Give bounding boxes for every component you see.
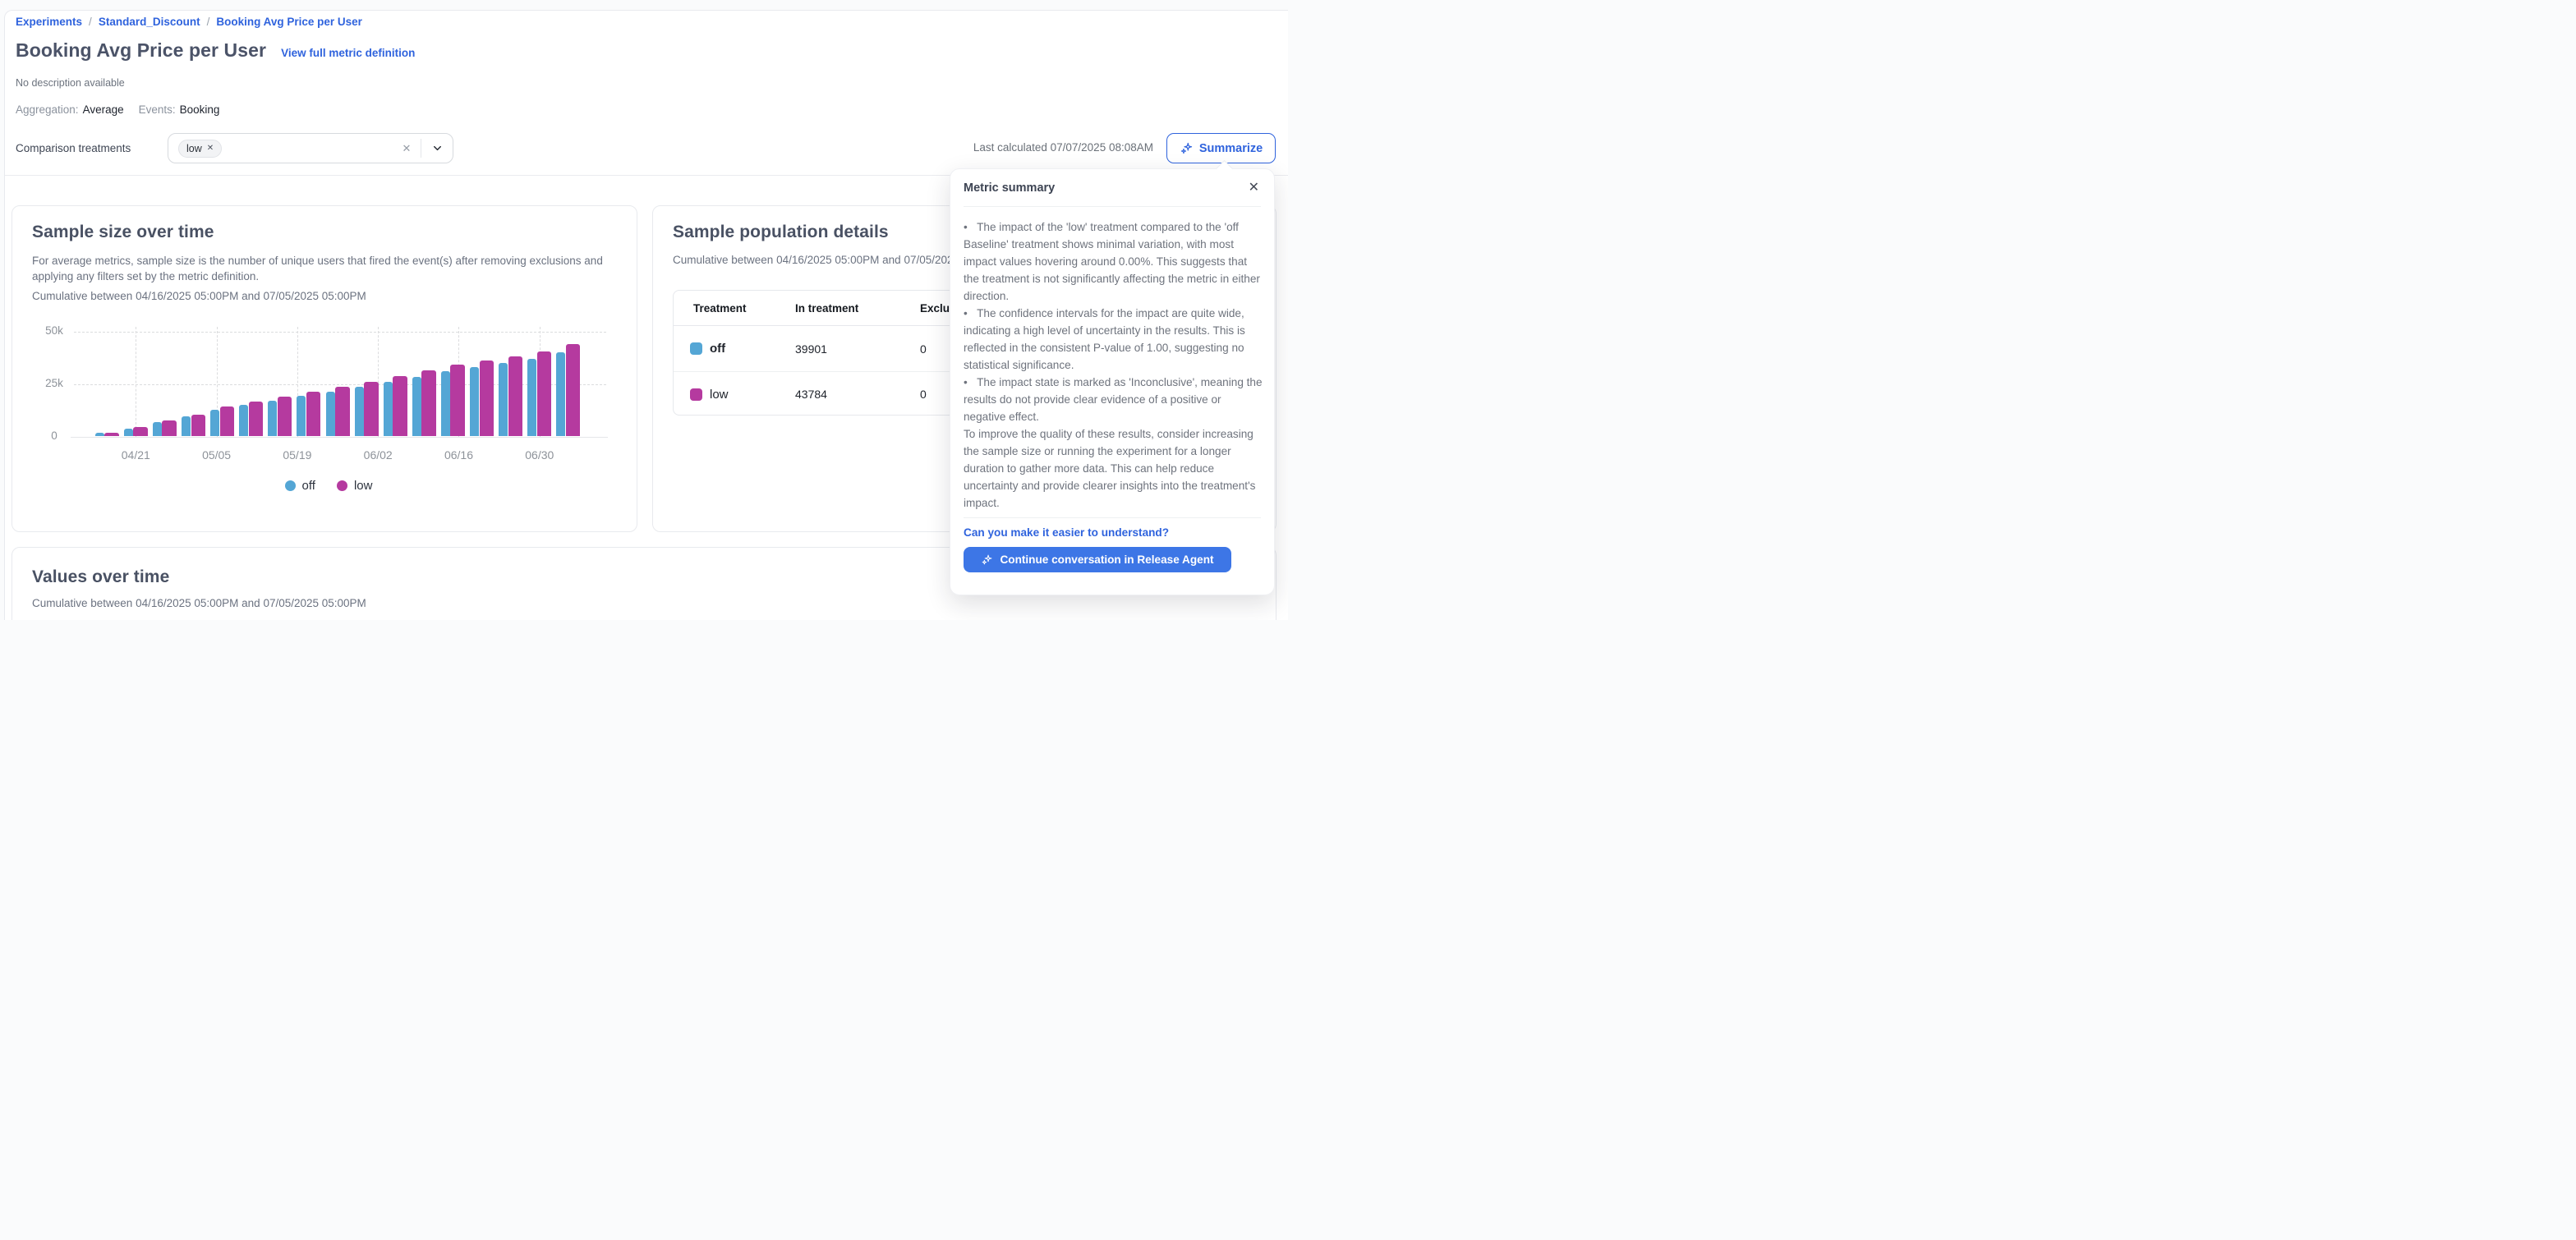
bar-low-04-21[interactable] — [133, 427, 148, 437]
y-axis-label: 0 — [38, 429, 71, 444]
gridline-y — [74, 384, 606, 385]
x-axis-label: 06/30 — [513, 448, 566, 462]
legend-dot-off — [285, 480, 296, 491]
bar-low-05-11[interactable] — [249, 402, 264, 436]
bar-off-05-06[interactable] — [210, 410, 219, 437]
bar-low-05-01[interactable] — [191, 415, 206, 437]
bar-low-06-30[interactable] — [537, 351, 552, 436]
bar-low-05-26[interactable] — [335, 387, 350, 436]
legend-item-low[interactable]: low — [337, 479, 373, 493]
x-axis-label: 04/21 — [109, 448, 162, 462]
x-axis-label: 06/02 — [352, 448, 404, 462]
y-axis-label: 25k — [38, 377, 71, 392]
bar-off-05-01[interactable] — [182, 416, 191, 436]
y-axis-label: 50k — [38, 324, 71, 339]
continue-conversation-button[interactable]: Continue conversation in Release Agent — [964, 547, 1231, 572]
popover-divider — [964, 206, 1261, 207]
bar-off-04-16[interactable] — [95, 433, 104, 436]
bar-low-04-16[interactable] — [104, 433, 119, 437]
bar-off-06-20[interactable] — [470, 367, 479, 436]
bar-low-05-06[interactable] — [220, 406, 235, 436]
x-axis-label: 06/16 — [432, 448, 485, 462]
popover-body: The impact of the 'low' treatment compar… — [964, 218, 1263, 512]
metric-summary-popover: Metric summary ✕ The impact of the 'low'… — [950, 168, 1275, 595]
bar-low-06-20[interactable] — [480, 361, 494, 436]
bar-off-06-10[interactable] — [412, 377, 421, 437]
sparkles-icon — [981, 553, 993, 566]
bar-low-07-05[interactable] — [566, 344, 581, 436]
bar-off-06-05[interactable] — [384, 382, 393, 436]
close-icon[interactable]: ✕ — [1249, 179, 1259, 195]
bar-low-06-10[interactable] — [421, 370, 436, 437]
bar-off-07-05[interactable] — [556, 352, 565, 436]
bar-low-05-21[interactable] — [306, 392, 321, 437]
bar-low-06-05[interactable] — [393, 376, 407, 437]
legend-label-off: off — [302, 479, 315, 493]
x-axis-line — [71, 437, 608, 438]
continue-button-label: Continue conversation in Release Agent — [1000, 553, 1213, 566]
bar-off-05-26[interactable] — [326, 392, 335, 437]
x-axis-label: 05/05 — [191, 448, 243, 462]
bar-low-05-16[interactable] — [278, 397, 292, 436]
legend-label-low: low — [354, 479, 373, 493]
summary-paragraph: To improve the quality of these results,… — [964, 425, 1263, 512]
bar-off-06-25[interactable] — [499, 363, 508, 436]
bar-low-04-26[interactable] — [162, 420, 177, 437]
bar-low-06-25[interactable] — [508, 356, 523, 437]
metric-detail-page: Experiments/Standard_Discount/Booking Av… — [0, 0, 1288, 620]
bar-off-04-26[interactable] — [153, 422, 162, 437]
popover-title: Metric summary — [964, 181, 1055, 195]
legend-item-off[interactable]: off — [285, 479, 315, 493]
popover-divider — [964, 517, 1261, 518]
summary-bullet: The confidence intervals for the impact … — [964, 305, 1263, 374]
bar-off-06-30[interactable] — [527, 359, 536, 436]
chart-legend: off low — [205, 479, 452, 493]
bar-off-05-21[interactable] — [297, 396, 306, 436]
bar-off-06-15[interactable] — [441, 371, 450, 436]
summary-bullet: The impact of the 'low' treatment compar… — [964, 218, 1263, 305]
bar-off-05-31[interactable] — [355, 387, 364, 437]
bar-off-04-21[interactable] — [124, 429, 133, 437]
legend-dot-low — [337, 480, 347, 491]
bar-low-05-31[interactable] — [364, 382, 379, 436]
gridline-y — [74, 332, 606, 333]
bar-low-06-15[interactable] — [450, 365, 465, 436]
x-axis-label: 05/19 — [271, 448, 324, 462]
followup-question-link[interactable]: Can you make it easier to understand? — [964, 526, 1169, 539]
bar-off-05-11[interactable] — [239, 405, 248, 436]
summary-bullet: The impact state is marked as 'Inconclus… — [964, 374, 1263, 425]
bar-off-05-16[interactable] — [268, 401, 277, 437]
